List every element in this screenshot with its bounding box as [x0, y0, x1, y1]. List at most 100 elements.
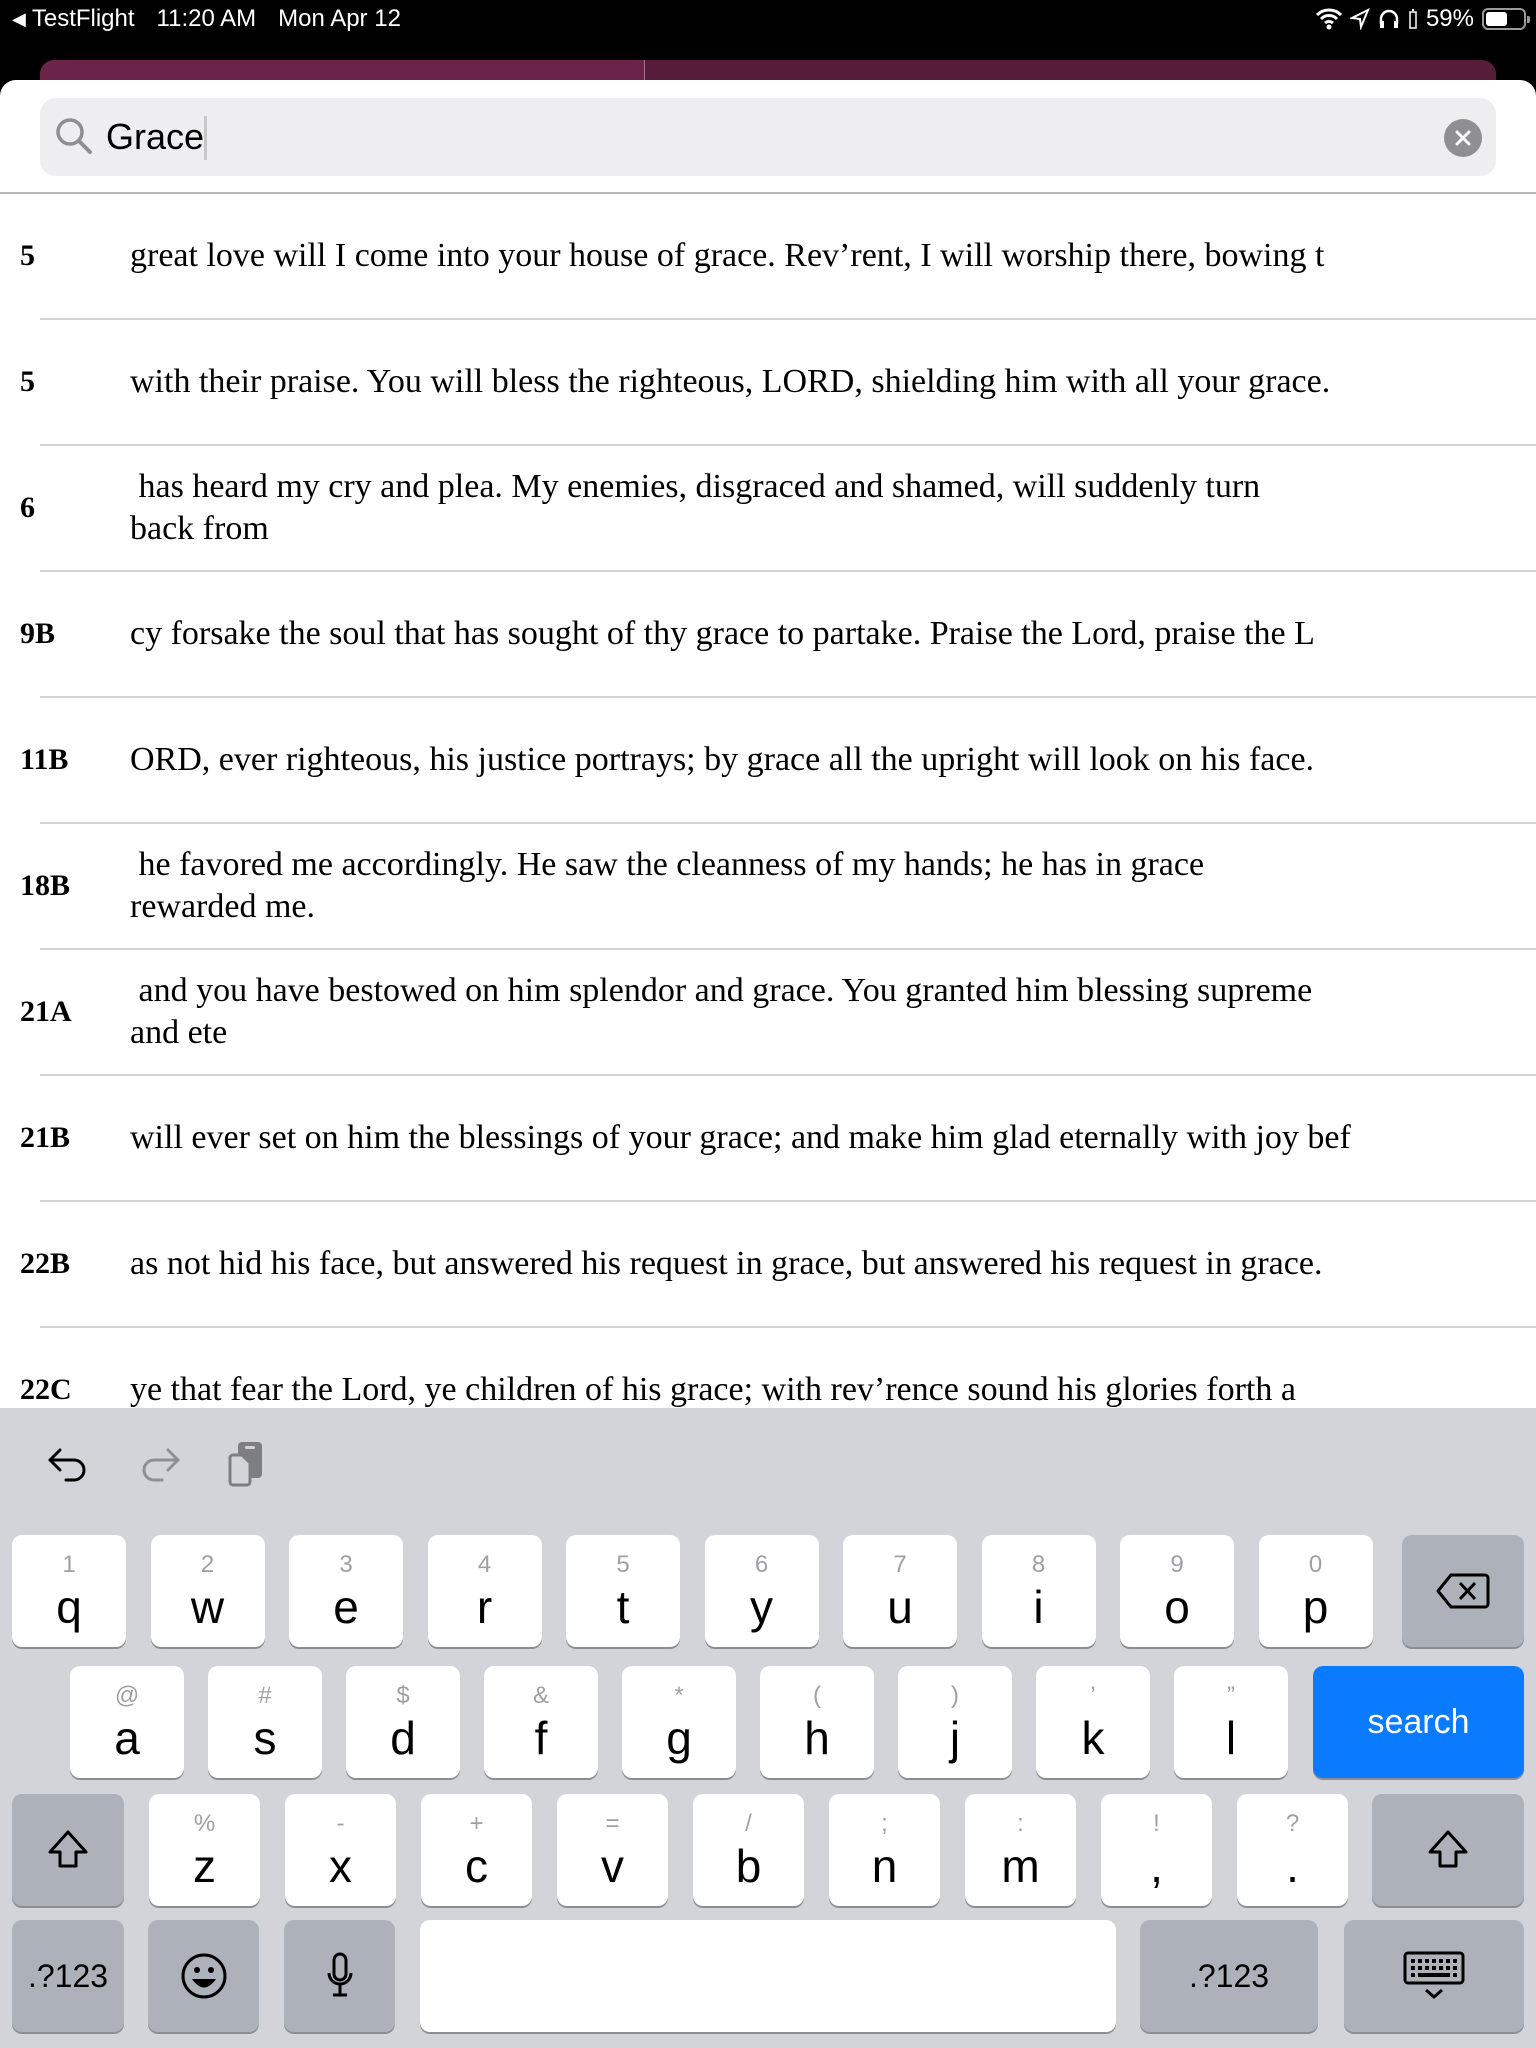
search-input[interactable] — [106, 108, 1406, 166]
shift-icon — [48, 1830, 88, 1868]
battery-percent: 59% — [1425, 5, 1474, 32]
key-o[interactable]: 9o — [1120, 1535, 1234, 1647]
key-m[interactable]: :m — [965, 1794, 1076, 1906]
redo-icon[interactable] — [134, 1438, 184, 1488]
key-label: b — [735, 1840, 762, 1892]
key-alt-label: $ — [396, 1682, 410, 1709]
numbers-key-right[interactable]: .?123 — [1140, 1920, 1318, 2032]
keyboard-toolbar — [0, 1408, 1536, 1518]
result-snippet: as not hid his face, but answered his re… — [130, 1245, 1323, 1282]
result-row[interactable]: 11B ORD, ever righteous, his justice port… — [0, 698, 1536, 824]
key-q[interactable]: 1q — [12, 1535, 126, 1647]
result-snippet: will ever set on him the blessings of yo… — [130, 1119, 1351, 1156]
key-c[interactable]: + c — [421, 1794, 532, 1906]
result-number: 21A — [20, 995, 72, 1028]
key-label: n — [871, 1840, 898, 1892]
key-alt-label: ” — [1227, 1682, 1235, 1709]
key-u[interactable]: 7u — [843, 1535, 957, 1647]
key-x[interactable]: -x — [285, 1794, 396, 1906]
key-label: r — [476, 1581, 493, 1633]
result-number: 21B — [20, 1121, 71, 1154]
key-comma[interactable]: !, — [1101, 1794, 1212, 1906]
text-cursor — [204, 116, 207, 160]
result-snippet: great love will I come into your house o… — [130, 237, 1325, 274]
key-n[interactable]: ; n — [829, 1794, 940, 1906]
key-a[interactable]: @ a — [70, 1666, 184, 1778]
emoji-key[interactable] — [148, 1920, 259, 2032]
wifi-icon — [1315, 8, 1342, 30]
key-label: i — [1033, 1581, 1044, 1633]
key-l[interactable]: ” l — [1174, 1666, 1288, 1778]
key-period[interactable]: ?. — [1237, 1794, 1348, 1906]
delete-key[interactable] — [1402, 1535, 1524, 1647]
key-i[interactable]: 8i — [981, 1535, 1096, 1647]
key-p[interactable]: 0p — [1258, 1535, 1373, 1647]
key-f[interactable]: & f — [484, 1666, 598, 1778]
key-k[interactable]: ’ k — [1036, 1666, 1150, 1778]
emoji-icon — [181, 1953, 226, 1999]
back-app-link[interactable]: TestFlight — [32, 5, 135, 33]
key-t[interactable]: 5t — [566, 1535, 680, 1647]
key-g[interactable]: * g — [622, 1666, 736, 1778]
shift-left-key[interactable] — [12, 1794, 124, 1906]
key-alt-label: 1 — [62, 1551, 76, 1578]
key-label: .?123 — [27, 1957, 109, 1994]
key-z[interactable]: % z — [149, 1794, 260, 1906]
key-alt-label: / — [745, 1810, 752, 1837]
key-label: v — [601, 1840, 624, 1892]
result-snippet: cy forsake the soul that has sought of t… — [130, 615, 1315, 652]
numbers-key-left[interactable]: .?123 — [12, 1920, 124, 2032]
result-row[interactable]: 5 great love will I come into your house … — [0, 194, 1536, 320]
key-e[interactable]: 3e — [289, 1535, 403, 1647]
key-alt-label: % — [193, 1810, 216, 1837]
key-label: a — [114, 1712, 140, 1764]
key-alt-label: - — [336, 1810, 345, 1837]
back-arrow-icon[interactable]: ◀ — [12, 9, 26, 30]
result-row[interactable]: 18B he favored me accordingly. He saw th… — [0, 824, 1536, 950]
key-label: z — [193, 1840, 216, 1892]
key-r[interactable]: 4r — [427, 1535, 542, 1647]
key-label: e — [333, 1581, 359, 1633]
result-row[interactable]: 9B cy forsake the soul that has sought of… — [0, 572, 1536, 698]
key-alt-label: & — [532, 1682, 549, 1709]
shift-right-key[interactable] — [1372, 1794, 1524, 1906]
battery-fill — [1486, 12, 1508, 26]
undo-icon[interactable] — [44, 1438, 94, 1488]
key-alt-label: 0 — [1308, 1551, 1323, 1578]
key-v[interactable]: = v — [557, 1794, 668, 1906]
space-key[interactable] — [420, 1920, 1116, 2032]
key-label: c — [465, 1840, 488, 1892]
result-snippet: with their praise. You will bless the ri… — [130, 363, 1331, 400]
result-number: 11B — [20, 743, 69, 776]
key-alt-label: 2 — [200, 1551, 215, 1578]
search-key[interactable]: search — [1313, 1666, 1524, 1778]
key-alt-label: ! — [1153, 1810, 1160, 1837]
key-b[interactable]: / b — [693, 1794, 804, 1906]
key-label: q — [56, 1581, 82, 1633]
key-alt-label: # — [258, 1682, 272, 1709]
key-alt-label: ; — [881, 1810, 888, 1837]
results-list: 5 great love will I come into your house … — [0, 194, 1536, 1454]
shift-icon — [1428, 1830, 1468, 1868]
battery-icon — [1482, 8, 1530, 30]
paste-icon[interactable] — [224, 1438, 274, 1488]
result-row[interactable]: 22B as not hid his face, but answered his… — [0, 1202, 1536, 1328]
dictation-key[interactable] — [284, 1920, 395, 2032]
result-number: 18B — [20, 869, 71, 902]
key-j[interactable]: ) j — [898, 1666, 1012, 1778]
clear-search-button[interactable] — [1444, 119, 1482, 157]
key-alt-label: 7 — [893, 1551, 907, 1578]
key-h[interactable]: (h — [760, 1666, 874, 1778]
dismiss-keyboard-key[interactable] — [1344, 1920, 1524, 2032]
result-row[interactable]: 6 has heard my cry and plea. My enemies,… — [0, 446, 1536, 572]
key-s[interactable]: # s — [208, 1666, 322, 1778]
result-number: 5 — [20, 365, 35, 398]
key-y[interactable]: 6y — [704, 1535, 819, 1647]
key-d[interactable]: $ d — [346, 1666, 460, 1778]
clear-x-icon — [1455, 130, 1471, 146]
result-row[interactable]: 21A and you have bestowed on him splendo… — [0, 950, 1536, 1076]
result-row[interactable]: 5 with their praise. You will bless the r… — [0, 320, 1536, 446]
key-w[interactable]: 2w — [150, 1535, 265, 1647]
search-bar[interactable] — [40, 98, 1496, 176]
result-row[interactable]: 21B will ever set on him the blessings of… — [0, 1076, 1536, 1202]
